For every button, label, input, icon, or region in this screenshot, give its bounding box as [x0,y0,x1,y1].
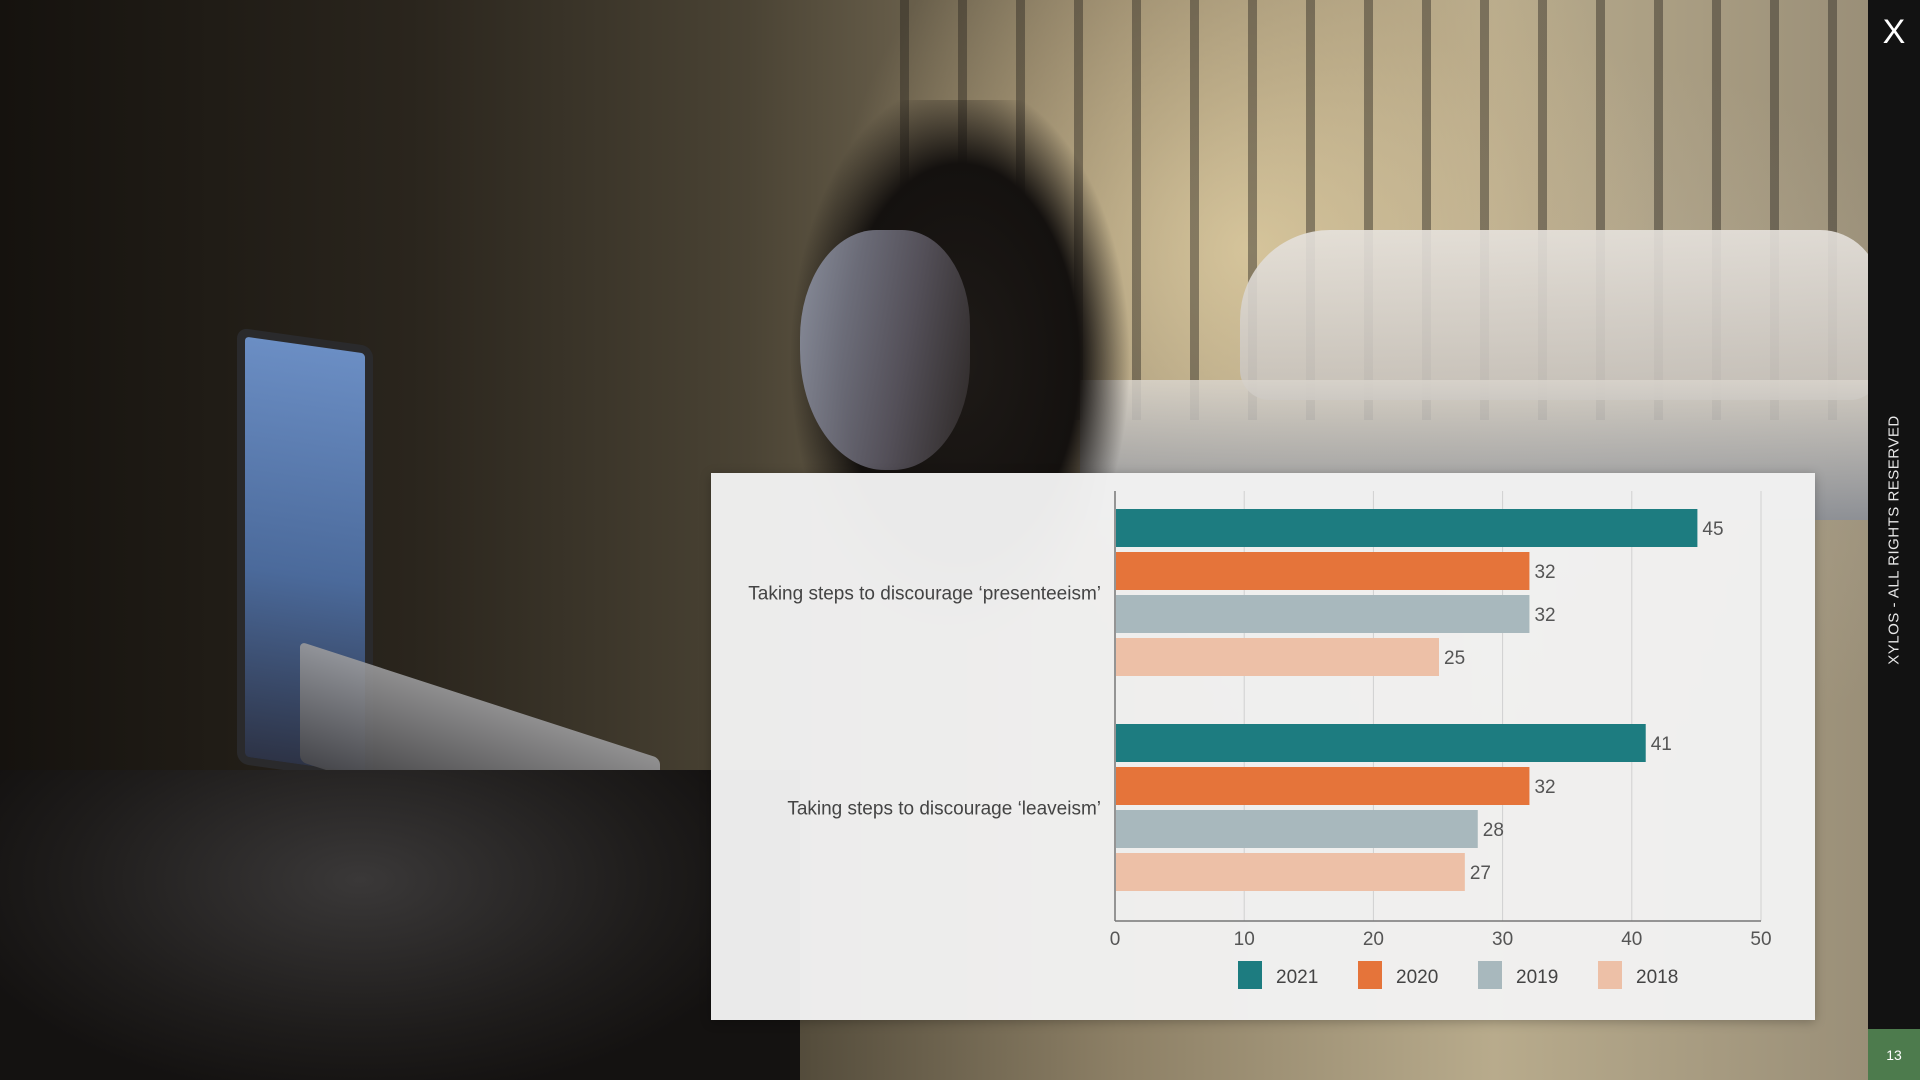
page-number-badge: 13 [1868,1029,1920,1080]
bar-value-label: 28 [1483,820,1504,841]
bar-value-label: 32 [1534,777,1555,798]
legend-label: 2020 [1396,967,1438,988]
blanket-decoration [0,770,800,1080]
bar [1116,509,1698,547]
category-label: Taking steps to discourage ‘leaveism’ [787,799,1101,820]
category-label: Taking steps to discourage ‘presenteeism… [748,584,1101,605]
bar-value-label: 41 [1651,734,1672,755]
right-sidebar: X XYLOS - ALL RIGHTS RESERVED 13 [1868,0,1920,1080]
bar [1116,810,1478,848]
legend-swatch [1358,961,1382,989]
bar-chart: 0 10 20 30 40 50 45 32 32 25 Taking steps to disco… [748,491,1772,989]
close-button[interactable]: X [1868,8,1920,56]
pillow-decoration [1240,230,1868,400]
legend-swatch [1478,961,1502,989]
x-tick-label: 30 [1492,929,1513,950]
slide-background: 0 10 20 30 40 50 45 32 32 25 Taking steps to disco… [0,0,1868,1080]
chart-bars [1116,509,1698,891]
bar-value-label: 45 [1702,519,1723,540]
bar [1116,767,1530,805]
legend-label: 2019 [1516,967,1558,988]
bar-chart-card: 0 10 20 30 40 50 45 32 32 25 Taking steps to disco… [711,473,1815,1020]
x-tick-label: 50 [1750,929,1771,950]
bar [1116,595,1530,633]
bar [1116,552,1530,590]
legend-label: 2021 [1276,967,1318,988]
x-tick-label: 20 [1363,929,1384,950]
x-tick-label: 0 [1110,929,1121,950]
legend-swatch [1598,961,1622,989]
bar-value-label: 32 [1534,605,1555,626]
bar [1116,724,1646,762]
chart-legend: 2021 2020 2019 2018 [1238,961,1678,989]
bar [1116,638,1439,676]
bar-value-label: 25 [1444,648,1465,669]
legend-swatch [1238,961,1262,989]
x-tick-label: 10 [1234,929,1255,950]
bar [1116,853,1465,891]
bar-value-label: 27 [1470,863,1491,884]
legend-label: 2018 [1636,967,1678,988]
x-tick-label: 40 [1621,929,1642,950]
rights-reserved-text: XYLOS - ALL RIGHTS RESERVED [1885,415,1903,665]
bar-value-label: 32 [1534,562,1555,583]
face-decoration [800,230,970,470]
